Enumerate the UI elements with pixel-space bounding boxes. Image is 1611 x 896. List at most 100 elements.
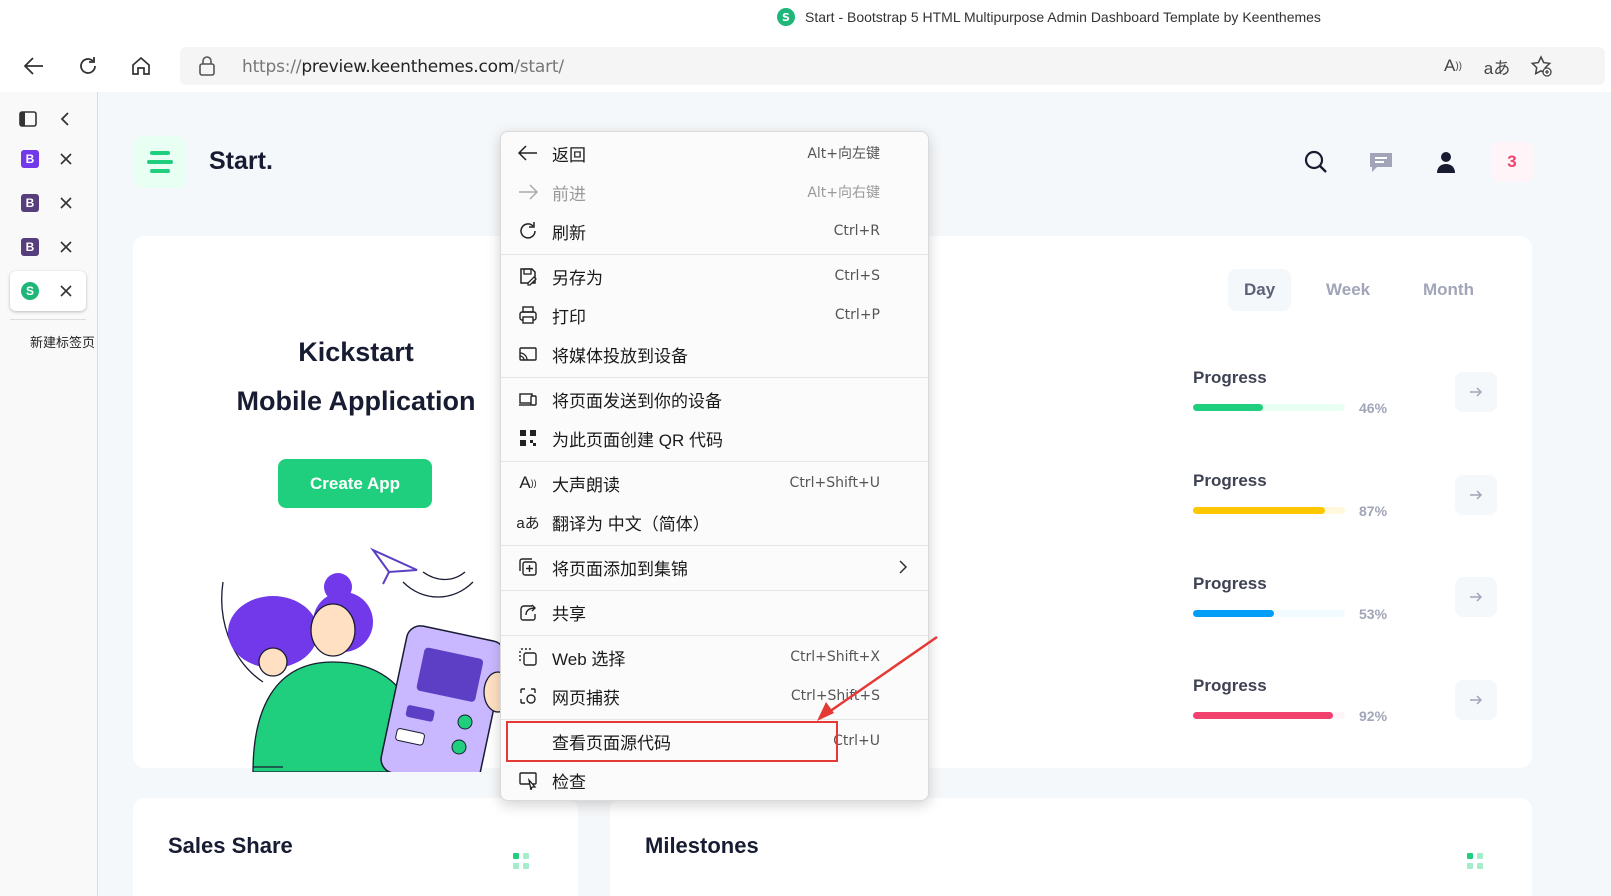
refresh-icon (516, 219, 540, 243)
progress-arrow-button[interactable] (1455, 475, 1497, 515)
progress-track (1193, 507, 1345, 514)
menu-item-label: 检查 (552, 772, 586, 792)
translate-icon: aあ (516, 514, 540, 532)
notifications-badge[interactable]: 3 (1491, 142, 1533, 182)
create-app-button[interactable]: Create App (278, 459, 432, 508)
search-button[interactable] (1296, 142, 1336, 182)
menu-item-shortcut: Ctrl+S (834, 268, 880, 284)
menu-item-label: 前进 (552, 184, 586, 204)
menu-item-cast[interactable]: 将媒体投放到设备 (501, 335, 928, 373)
progress-track (1193, 404, 1345, 411)
vertical-tab[interactable]: B (10, 183, 86, 223)
vertical-tab-active[interactable]: S (10, 271, 86, 311)
context-menu: 返回 Alt+向左键 前进 Alt+向右键 刷新 Ctrl+R 另存为 Ctrl… (500, 131, 929, 801)
new-tab-button[interactable]: 新建标签页 (18, 332, 94, 351)
translate-icon[interactable]: aあ (1481, 50, 1513, 82)
milestones-card: Milestones (610, 798, 1532, 896)
menu-item-print[interactable]: 打印 Ctrl+P (501, 296, 928, 334)
menu-item-qr-code[interactable]: 为此页面创建 QR 代码 (501, 419, 928, 457)
menu-item-add-to-collections[interactable]: 将页面添加到集锦 (501, 548, 928, 586)
browser-toolbar: https://preview.keenthemes.com/start/ A)… (0, 40, 1611, 92)
progress-arrow-button[interactable] (1455, 577, 1497, 617)
close-tab-icon[interactable] (58, 239, 74, 255)
period-week-tab[interactable]: Week (1310, 269, 1386, 311)
menu-item-shortcut: Ctrl+Shift+S (790, 688, 880, 704)
print-icon (516, 303, 540, 327)
period-day-tab[interactable]: Day (1228, 269, 1292, 311)
menu-separator (501, 590, 928, 591)
close-tab-icon[interactable] (58, 195, 74, 211)
menu-item-shortcut: Alt+向左键 (807, 146, 880, 162)
menu-item-label: 大声朗读 (552, 475, 620, 495)
menu-item-read-aloud[interactable]: A)) 大声朗读 Ctrl+Shift+U (501, 464, 928, 502)
close-tab-icon[interactable] (58, 151, 74, 167)
brand-logo[interactable]: Start. (209, 147, 273, 176)
read-aloud-icon[interactable]: A)) (1437, 50, 1469, 82)
close-tab-icon[interactable] (58, 283, 74, 299)
back-button[interactable] (16, 48, 52, 84)
card-menu-icon[interactable] (513, 853, 531, 871)
menu-item-label: 将页面发送到你的设备 (552, 391, 722, 411)
progress-arrow-button[interactable] (1455, 680, 1497, 720)
search-icon (1304, 150, 1327, 173)
arrow-right-icon (1470, 387, 1483, 397)
start-favicon-icon: S (21, 282, 39, 300)
period-month-tab[interactable]: Month (1407, 269, 1490, 311)
arrow-right-icon (1470, 695, 1483, 705)
messages-button[interactable] (1361, 142, 1401, 182)
progress-arrow-button[interactable] (1455, 372, 1497, 412)
vertical-tabs-sidebar: B B B S 新建标签页 (0, 92, 98, 896)
menu-item-label: 翻译为 中文（简体） (552, 514, 710, 534)
window-title: S Start - Bootstrap 5 HTML Multipurpose … (777, 8, 1321, 26)
address-bar[interactable]: https://preview.keenthemes.com/start/ A)… (180, 47, 1605, 85)
page-title-text: Start - Bootstrap 5 HTML Multipurpose Ad… (805, 9, 1321, 25)
progress-percent: 92% (1359, 708, 1388, 724)
save-as-icon (516, 264, 540, 288)
menu-item-share[interactable]: 共享 (501, 593, 928, 631)
progress-percent: 87% (1359, 503, 1388, 519)
menu-item-web-select[interactable]: Web 选择 Ctrl+Shift+X (501, 638, 928, 676)
menu-item-send-to-device[interactable]: 将页面发送到你的设备 (501, 380, 928, 418)
vertical-tab[interactable]: B (10, 227, 86, 267)
menu-item-shortcut: Ctrl+Shift+U (789, 475, 880, 491)
menu-item-label: 将媒体投放到设备 (552, 346, 688, 366)
menu-item-shortcut: Ctrl+U (833, 733, 880, 749)
user-button[interactable] (1426, 142, 1466, 182)
chevron-right-icon (899, 560, 908, 574)
progress-fill (1193, 610, 1274, 617)
forward-arrow-icon (516, 180, 540, 204)
card-menu-icon[interactable] (1467, 853, 1485, 871)
menu-item-save-as[interactable]: 另存为 Ctrl+S (501, 257, 928, 295)
menu-separator (501, 377, 928, 378)
menu-item-translate[interactable]: aあ 翻译为 中文（简体） (501, 503, 928, 541)
user-icon (1437, 152, 1455, 173)
refresh-button[interactable] (70, 48, 106, 84)
menu-item-web-capture[interactable]: 网页捕获 Ctrl+Shift+S (501, 677, 928, 715)
web-select-icon (516, 645, 540, 669)
progress-track (1193, 610, 1345, 617)
menu-item-label: 将页面添加到集锦 (552, 559, 688, 579)
progress-fill (1193, 507, 1326, 514)
card-title: Sales Share (168, 833, 293, 858)
refresh-icon (80, 57, 96, 74)
arrow-right-icon (1470, 490, 1483, 500)
url-text[interactable]: https://preview.keenthemes.com/start/ (242, 57, 564, 77)
highlight-box-annotation (506, 721, 838, 762)
progress-label: Progress (1193, 471, 1267, 490)
menu-item-back[interactable]: 返回 Alt+向左键 (501, 134, 928, 172)
send-to-device-icon (516, 387, 540, 411)
progress-fill (1193, 712, 1333, 719)
vertical-tab[interactable]: B (10, 139, 86, 179)
start-favicon-icon: S (777, 8, 795, 26)
home-button[interactable] (123, 48, 159, 84)
menu-item-label: 网页捕获 (552, 688, 620, 708)
menu-item-label: 返回 (552, 145, 586, 165)
tab-panel-toggle-icon[interactable] (18, 109, 38, 134)
menu-item-label: 另存为 (552, 268, 603, 288)
collapse-sidebar-icon[interactable] (56, 109, 74, 134)
favorites-add-icon[interactable] (1525, 50, 1557, 82)
menu-item-inspect[interactable]: 检查 (501, 761, 928, 799)
menu-item-refresh[interactable]: 刷新 Ctrl+R (501, 212, 928, 250)
url-path: /start/ (514, 57, 564, 77)
menu-toggle-button[interactable] (134, 136, 186, 188)
